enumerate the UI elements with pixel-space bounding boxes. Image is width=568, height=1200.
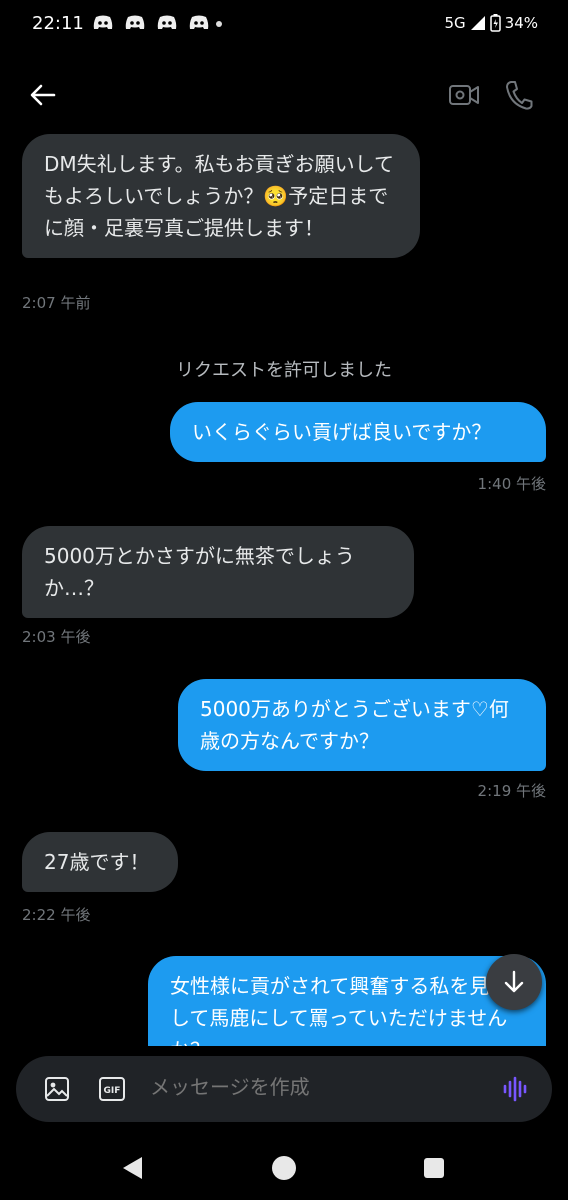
gif-label: GIF — [104, 1086, 121, 1096]
message-list-clip: 女性様に貢がされて興奮する私を見下して馬鹿にして罵っていただけませんか？ — [0, 950, 568, 1046]
message-bubble-incoming[interactable]: DM失礼します。私もお貢ぎお願いしてもよろしいでしょうか？🥺予定日までに顔・足裏… — [22, 134, 420, 258]
scroll-to-bottom-button[interactable] — [486, 954, 542, 1010]
message-text: 5000万ありがとうございます♡何歳の方なんですか？ — [200, 697, 509, 753]
status-bar: 22:11 5G 34% — [0, 0, 568, 48]
arrow-down-icon — [504, 970, 524, 993]
nav-back-icon[interactable] — [120, 1154, 146, 1182]
message-text: DM失礼します。私もお貢ぎお願いしてもよろしいでしょうか？🥺予定日までに顔・足裏… — [44, 152, 395, 240]
message-text: 5000万とかさすがに無茶でしょうか…？ — [44, 544, 355, 600]
message-timestamp: 2:03 午後 — [22, 628, 91, 646]
message-bubble-incoming[interactable]: 5000万とかさすがに無茶でしょうか…？ — [22, 526, 414, 618]
network-label: 5G — [444, 14, 466, 32]
discord-icon — [189, 15, 209, 29]
signal-icon — [470, 16, 485, 30]
notification-icons — [92, 14, 210, 32]
message-timestamp: 2:22 午後 — [22, 906, 91, 924]
image-icon[interactable] — [44, 1076, 70, 1102]
nav-home-icon[interactable] — [272, 1156, 296, 1180]
message-input[interactable] — [148, 1076, 417, 1101]
discord-icon — [125, 15, 145, 29]
message-bubble-outgoing[interactable]: 女性様に貢がされて興奮する私を見下して馬鹿にして罵っていただけませんか？ — [148, 956, 546, 1046]
discord-icon — [157, 15, 177, 29]
voice-wave-icon[interactable] — [502, 1076, 528, 1102]
message-timestamp: 1:40 午後 — [477, 475, 546, 493]
message-bubble-outgoing[interactable]: いくらぐらい貢げば良いですか？ — [170, 402, 546, 462]
status-right: 5G 34% — [444, 14, 538, 32]
message-text: 女性様に貢がされて興奮する私を見下して馬鹿にして罵っていただけませんか？ — [170, 974, 510, 1046]
message-bubble-outgoing[interactable]: 5000万ありがとうございます♡何歳の方なんですか？ — [178, 679, 546, 771]
discord-icon — [93, 15, 113, 29]
status-time: 22:11 — [32, 13, 84, 34]
gif-icon[interactable]: GIF — [98, 1076, 126, 1102]
nav-recents-icon[interactable] — [424, 1158, 444, 1178]
phone-icon[interactable] — [504, 79, 534, 111]
video-camera-icon[interactable] — [448, 82, 480, 108]
message-composer: GIF — [16, 1056, 552, 1122]
message-timestamp: 2:19 午後 — [477, 782, 546, 800]
system-navigation-bar — [0, 1140, 568, 1200]
conversation-header — [0, 70, 568, 122]
system-message: リクエストを許可しました — [176, 360, 392, 381]
battery-label: 34% — [504, 14, 538, 32]
message-text: 27歳です！ — [44, 850, 150, 874]
message-timestamp: 2:07 午前 — [22, 294, 91, 312]
message-text: いくらぐらい貢げば良いですか？ — [192, 420, 492, 444]
battery-icon — [489, 14, 501, 32]
message-bubble-incoming[interactable]: 27歳です！ — [22, 832, 178, 892]
arrow-left-icon[interactable] — [28, 80, 58, 110]
notification-dot — [216, 21, 222, 27]
